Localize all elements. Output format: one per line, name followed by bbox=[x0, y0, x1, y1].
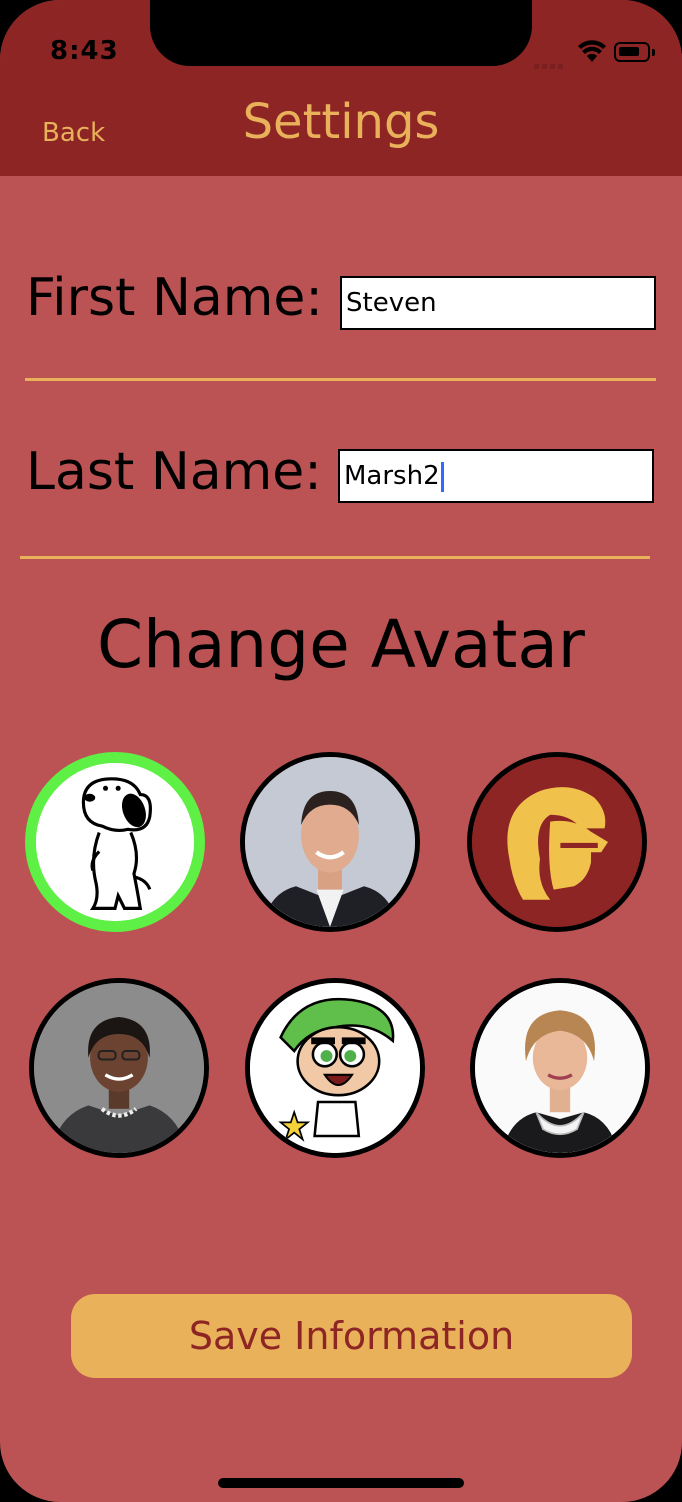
last-name-value: Marsh2 bbox=[344, 461, 440, 491]
battery-icon bbox=[614, 42, 650, 62]
wifi-icon bbox=[578, 40, 606, 62]
device-notch bbox=[150, 0, 532, 66]
avatar-woman-in-blazer[interactable] bbox=[29, 978, 209, 1158]
judge-image bbox=[475, 983, 645, 1153]
page-title: Settings bbox=[242, 94, 440, 150]
first-name-value: Steven bbox=[346, 288, 437, 318]
last-name-label: Last Name: bbox=[26, 442, 322, 502]
first-name-label: First Name: bbox=[26, 268, 323, 328]
avatar-snoopy[interactable] bbox=[25, 752, 205, 932]
last-name-field[interactable]: Marsh2 bbox=[338, 449, 654, 503]
first-name-field[interactable]: Steven bbox=[340, 276, 656, 330]
cellular-signal-icon bbox=[534, 56, 568, 69]
avatar-cartoon-character[interactable] bbox=[245, 978, 425, 1158]
cartoon-character-image bbox=[250, 983, 420, 1153]
man-in-suit-image bbox=[245, 757, 415, 927]
change-avatar-title: Change Avatar bbox=[97, 606, 585, 683]
status-icons bbox=[534, 38, 658, 69]
avatar-man-in-suit[interactable] bbox=[240, 752, 420, 932]
avatar-judge[interactable] bbox=[470, 978, 650, 1158]
avatar-trojan-logo[interactable] bbox=[467, 752, 647, 932]
home-indicator bbox=[218, 1478, 464, 1488]
save-information-button[interactable]: Save Information bbox=[71, 1294, 632, 1378]
woman-in-blazer-image bbox=[34, 983, 204, 1153]
status-time: 8:43 bbox=[50, 36, 119, 66]
settings-screen: 8:43 Back Settings First Name: Steven La… bbox=[0, 0, 682, 1502]
divider bbox=[20, 556, 650, 559]
divider bbox=[25, 378, 656, 381]
nav-bar: 8:43 Back Settings bbox=[0, 0, 682, 176]
trojan-logo-image bbox=[472, 757, 642, 927]
snoopy-image bbox=[36, 763, 194, 921]
text-caret bbox=[440, 461, 444, 492]
battery-nub bbox=[652, 49, 655, 56]
